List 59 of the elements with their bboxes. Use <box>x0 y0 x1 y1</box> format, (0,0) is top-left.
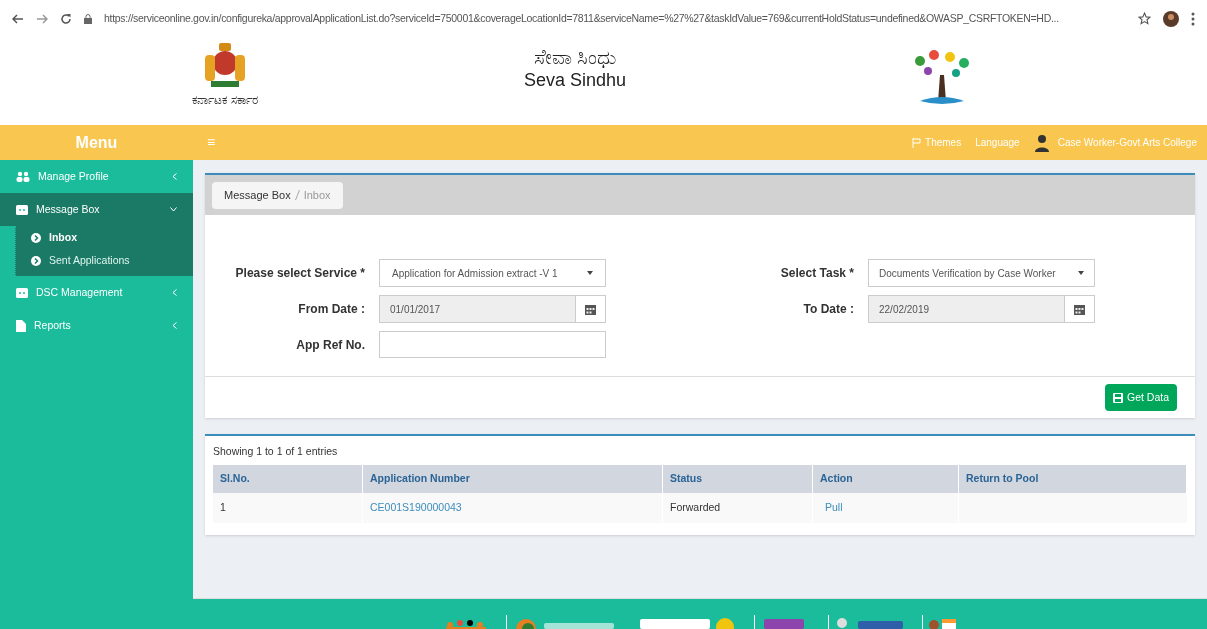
file-icon <box>16 319 26 332</box>
avatar-icon[interactable] <box>1163 10 1179 27</box>
field-label: App Ref No. <box>295 336 365 354</box>
sidebar-item[interactable]: Message Box <box>0 193 193 226</box>
site-title-kannada: ಸೇವಾ ಸಿಂಧು <box>533 45 617 69</box>
sidebar-subitem[interactable]: Inbox <box>16 226 193 249</box>
forward-icon[interactable] <box>36 13 48 24</box>
column-header: Sl.No. <box>213 464 363 493</box>
table-cell: 1 <box>213 492 363 523</box>
save-icon <box>1112 392 1123 403</box>
field-label: From Date : <box>297 301 365 318</box>
sidebar-item[interactable]: Manage Profile <box>0 160 193 193</box>
column-header: Return to Pool <box>959 464 1187 493</box>
more-icon[interactable] <box>1191 11 1195 26</box>
field-label: Select Task * <box>779 265 854 282</box>
date-field[interactable]: 01/01/2017 <box>379 295 606 323</box>
user-avatar-icon <box>1033 133 1050 152</box>
column-header: Action <box>813 464 959 493</box>
star-icon[interactable] <box>1138 12 1151 25</box>
message-box-icon <box>16 204 28 215</box>
site-title: Seva Sindhu <box>523 69 627 91</box>
chevron-left-icon <box>172 322 177 329</box>
menu-title: Menu <box>74 132 119 153</box>
service-select[interactable]: Application for Admission extract -V 1 <box>379 259 606 287</box>
circle-arrow-icon <box>31 255 41 266</box>
caret-icon <box>1078 271 1084 275</box>
pull-link[interactable]: Pull <box>825 499 843 516</box>
sidebar-item[interactable]: DSC Management <box>0 276 193 309</box>
column-header: Application Number <box>363 464 663 493</box>
calendar-icon <box>1074 303 1085 315</box>
back-icon[interactable] <box>12 13 24 24</box>
ref-input-field[interactable] <box>379 331 606 358</box>
sidebar-subitem[interactable]: Sent Applications <box>16 249 193 272</box>
emblem-caption: ಕರ್ನಾಟಕ ಸರ್ಕಾರ <box>192 92 258 109</box>
date-field[interactable]: 22/02/2019 <box>868 295 1095 323</box>
chevron-left-icon <box>172 289 177 296</box>
users-icon <box>16 170 30 183</box>
chevron-down-icon <box>170 207 177 212</box>
chevron-left-icon <box>172 173 177 180</box>
lock-icon <box>84 13 92 24</box>
column-header: Status <box>663 464 813 493</box>
circle-arrow-icon <box>31 232 41 243</box>
field-label: To Date : <box>802 301 854 318</box>
reload-icon[interactable] <box>60 12 72 25</box>
breadcrumb-item[interactable]: Message Box <box>224 186 291 204</box>
field-label: Please select Service * <box>234 265 365 282</box>
breadcrumb-item: Inbox <box>303 187 331 203</box>
get-data-button[interactable]: Get Data <box>1104 384 1177 411</box>
breadcrumb-separator-icon <box>294 190 300 200</box>
flag-icon <box>922 613 958 629</box>
calendar-icon <box>585 303 596 315</box>
message-box-icon <box>16 287 28 298</box>
sidebar-item[interactable]: Reports <box>0 309 193 342</box>
task-select[interactable]: Documents Verification by Case Worker <box>868 259 1095 287</box>
entries-info: Showing 1 to 1 of 1 entries <box>213 444 339 459</box>
flag-icon <box>912 137 922 148</box>
application-link[interactable]: CE001S190000043 <box>370 499 462 516</box>
table-cell: Forwarded <box>663 492 813 523</box>
caret-icon <box>587 271 593 275</box>
